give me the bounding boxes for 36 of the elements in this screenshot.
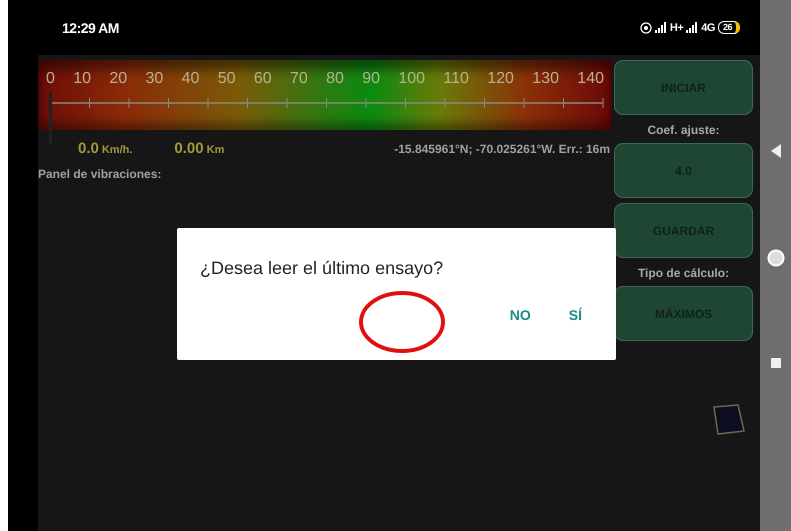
speed-unit: Km/h. — [102, 144, 132, 156]
dialog-button[interactable]: SÍ — [558, 299, 592, 331]
scale-label: 90 — [362, 70, 380, 88]
scale-label: 40 — [182, 70, 200, 88]
speed-value: 0.0 — [78, 140, 99, 157]
battery-indicator: 26 — [718, 21, 740, 34]
scale-label: 120 — [487, 70, 514, 88]
scale-label: 20 — [109, 70, 128, 88]
scale-label: 0 — [46, 70, 55, 88]
scale-label: 50 — [218, 70, 236, 88]
scale-label: 100 — [398, 70, 426, 88]
panel-title: Panel de vibraciones: — [38, 167, 162, 181]
dialog-button[interactable]: NO — [500, 299, 541, 331]
clock: 12:29 AM — [62, 20, 119, 36]
scale-label: 110 — [443, 70, 469, 88]
gps-position: -15.845961°N; -70.025261°W. Err.: 16m — [394, 142, 610, 156]
hotspot-icon — [640, 22, 652, 34]
network-type: H+ — [670, 22, 684, 34]
distance-unit: Km — [206, 144, 224, 156]
signal-icon — [686, 22, 698, 33]
control-caption: Tipo de cálculo: — [638, 266, 730, 280]
scale-label: 140 — [577, 70, 604, 88]
scale-label: 60 — [254, 70, 272, 88]
distance-value: 0.00 — [174, 140, 204, 157]
home-icon[interactable] — [766, 248, 784, 266]
signal-icon — [654, 22, 667, 33]
scale-label: 30 — [145, 70, 164, 88]
back-icon[interactable] — [770, 142, 782, 158]
scale-label: 80 — [326, 70, 344, 88]
scale-label: 10 — [73, 70, 92, 88]
dialog-message: ¿Desea leer el último ensayo? — [200, 258, 444, 279]
scale-label: 130 — [532, 70, 559, 88]
recents-icon[interactable] — [770, 356, 782, 368]
network-type: 4G — [701, 22, 715, 34]
scale-label: 70 — [290, 70, 308, 88]
control-caption: Coef. ajuste: — [647, 123, 720, 137]
